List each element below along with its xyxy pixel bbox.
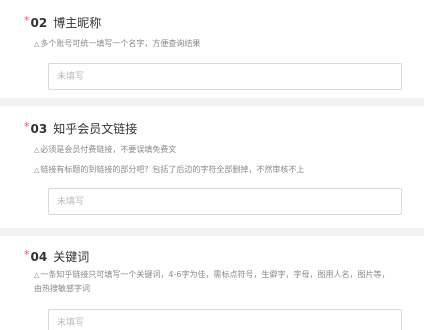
question-label: 博主昵称 bbox=[53, 16, 102, 30]
member-article-link-input[interactable] bbox=[48, 188, 402, 215]
question-card-03: *03 知乎会员文链接 △必须是会员付费链接，不要误填免费文 △链接有标题的到链接… bbox=[0, 106, 424, 228]
warning-triangle-icon: △ bbox=[34, 146, 40, 154]
question-card-04: *04 关键词 △一条知乎链接只可填写一个关键词，4-6字为佳，需标点符号，生僻字… bbox=[0, 236, 424, 330]
hint-text: 多个账号可统一填写一个名字，方便查询结果 bbox=[40, 39, 201, 48]
required-star: * bbox=[24, 120, 30, 133]
question-hint: △链接有标题的到链接的部分吧？包括了后边的字符全部删掉，不然审核不上 bbox=[34, 163, 304, 177]
question-hint: △必须是会员付费链接，不要误填免费文 bbox=[34, 143, 176, 157]
question-label: 关键词 bbox=[53, 250, 90, 264]
keyword-input[interactable] bbox=[48, 309, 402, 330]
nickname-input[interactable] bbox=[48, 63, 402, 90]
question-hint: △一条知乎链接只可填写一个关键词，4-6字为佳，需标点符号，生僻字，字母，图用人… bbox=[34, 268, 394, 296]
warning-triangle-icon: △ bbox=[34, 271, 40, 279]
required-star: * bbox=[24, 14, 30, 27]
hint-text: 必须是会员付费链接，不要误填免费文 bbox=[40, 145, 177, 154]
question-title: *04 关键词 bbox=[24, 248, 90, 265]
question-label: 知乎会员文链接 bbox=[53, 122, 138, 136]
hint-text: 链接有标题的到链接的部分吧？包括了后边的字符全部删掉，不然审核不上 bbox=[40, 165, 305, 174]
question-card-02: *02 博主昵称 △多个账号可统一填写一个名字，方便查询结果 bbox=[0, 0, 424, 98]
warning-triangle-icon: △ bbox=[34, 166, 40, 174]
question-title: *03 知乎会员文链接 bbox=[24, 120, 138, 137]
question-number: 03 bbox=[30, 122, 48, 136]
hint-text: 一条知乎链接只可填写一个关键词，4-6字为佳，需标点符号，生僻字，字母，图用人名… bbox=[34, 270, 390, 293]
question-number: 04 bbox=[30, 250, 48, 264]
question-hint: △多个账号可统一填写一个名字，方便查询结果 bbox=[34, 37, 200, 51]
required-star: * bbox=[24, 248, 30, 261]
question-title: *02 博主昵称 bbox=[24, 14, 102, 31]
question-number: 02 bbox=[30, 16, 48, 30]
warning-triangle-icon: △ bbox=[34, 40, 40, 48]
form-page: *02博主昵称 △多个账号可统一填写一个名字，方便查询结果 *03知乎会员文链接… bbox=[0, 0, 424, 330]
